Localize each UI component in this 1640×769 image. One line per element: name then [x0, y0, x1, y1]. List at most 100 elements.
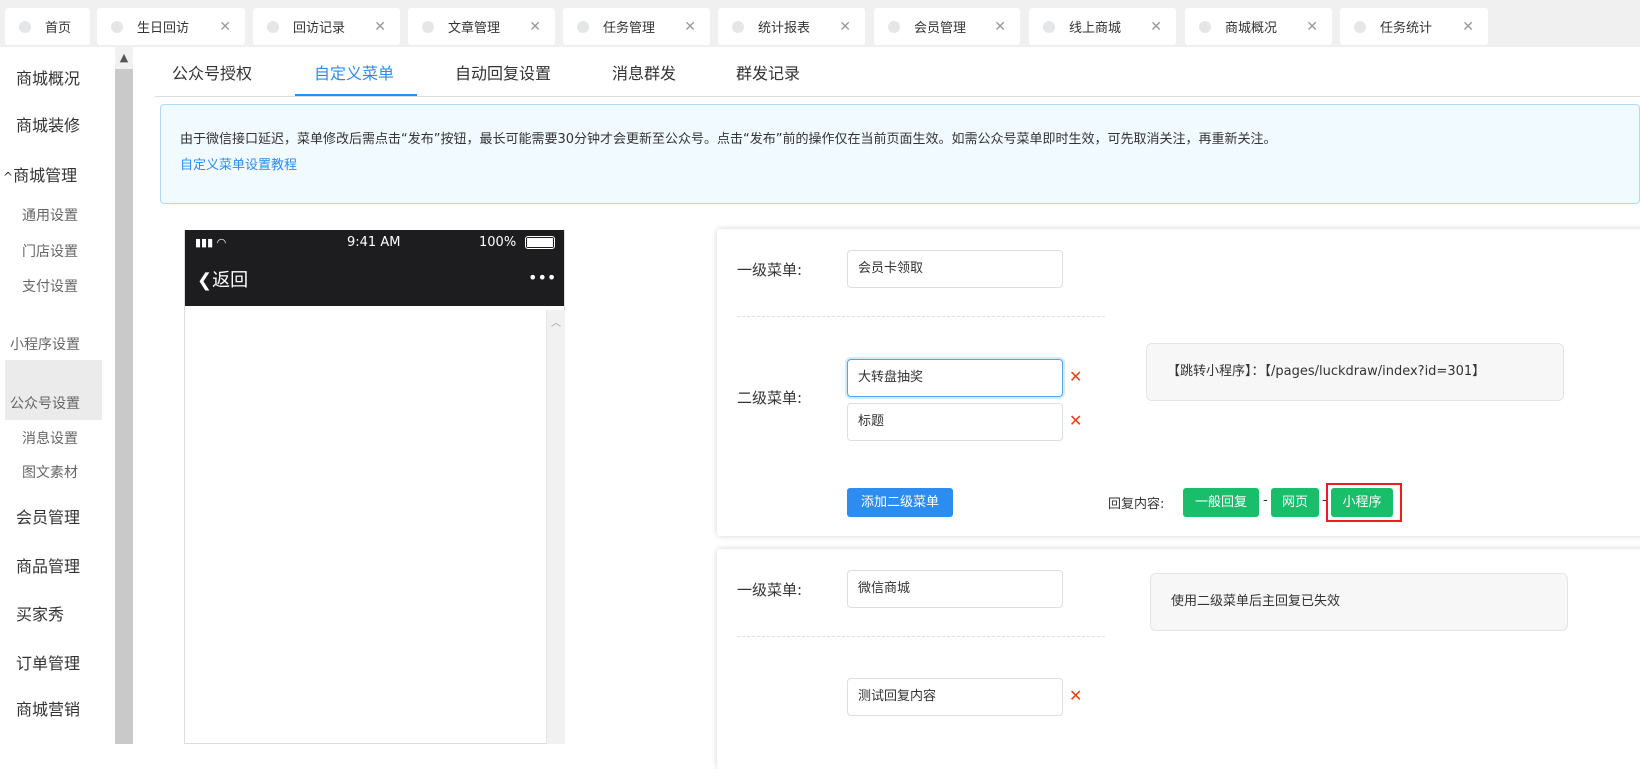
- phone-scrollbar[interactable]: ︿: [546, 310, 565, 744]
- tab-wechat-auth[interactable]: 公众号授权: [172, 60, 252, 84]
- tab-dot-icon: [1354, 20, 1366, 33]
- reply-tooltip: 【跳转小程序】：【/pages/luckdraw/index?id=301】: [1146, 343, 1564, 401]
- reply-tooltip: 使用二级菜单后主回复已失效: [1150, 573, 1568, 631]
- sidebar: 商城概况 商城装修 ^商城管理 通用设置 门店设置 支付设置 小程序设置 公众号…: [0, 47, 115, 744]
- more-icon[interactable]: •••: [528, 268, 556, 287]
- sidebar-scrollbar[interactable]: ▲: [115, 47, 133, 744]
- tab-item[interactable]: 统计报表 ✕: [718, 8, 865, 45]
- sidebar-subitem[interactable]: 门店设置: [22, 241, 78, 261]
- tab-custom-menu[interactable]: 自定义菜单: [314, 60, 394, 84]
- reply-miniprogram-button[interactable]: 小程序: [1331, 488, 1393, 517]
- tab-item[interactable]: 回访记录 ✕: [253, 8, 400, 45]
- level2-input[interactable]: 大转盘抽奖: [847, 359, 1063, 397]
- tab-auto-reply[interactable]: 自动回复设置: [455, 60, 551, 84]
- phone-time: 9:41 AM: [347, 235, 401, 250]
- delete-icon[interactable]: ✕: [1069, 411, 1082, 430]
- tabs-divider: [155, 96, 1640, 97]
- notice-alert: 由于微信接口延迟，菜单修改后需点击“发布”按钮，最长可能需要30分钟才会更新至公…: [160, 104, 1640, 204]
- tab-label: 任务统计: [1380, 21, 1433, 36]
- tab-item[interactable]: 生日回访 ✕: [97, 8, 245, 45]
- close-icon[interactable]: ✕: [1150, 19, 1162, 35]
- scroll-up-icon[interactable]: ▲: [115, 47, 133, 69]
- level2-label: 二级菜单:: [737, 389, 803, 407]
- back-label: 返回: [212, 270, 249, 291]
- scroll-up-icon[interactable]: ︿: [547, 314, 565, 329]
- tab-dot-icon: [422, 20, 434, 33]
- divider: [737, 636, 1105, 637]
- sidebar-subitem[interactable]: 消息设置: [22, 428, 78, 448]
- sidebar-item[interactable]: 商品管理: [16, 553, 80, 577]
- tab-item[interactable]: 任务统计 ✕: [1340, 8, 1488, 45]
- add-submenu-button[interactable]: 添加二级菜单: [847, 488, 953, 517]
- tab-label: 首页: [45, 21, 72, 36]
- phone-battery: 100%: [479, 235, 517, 250]
- menu-card-1: 一级菜单: 会员卡领取 二级菜单: 大转盘抽奖 ✕ 标题 ✕ 【跳转小程序】：【…: [717, 229, 1640, 536]
- close-icon[interactable]: ✕: [529, 19, 541, 35]
- tab-item[interactable]: 任务管理 ✕: [563, 8, 710, 45]
- sidebar-subitem[interactable]: 图文素材: [22, 462, 78, 482]
- phone-preview: ▮▮▮ ◠ 9:41 AM 100% ❮返回 ••• ︿: [184, 230, 565, 744]
- tab-label: 回访记录: [293, 21, 346, 36]
- tab-dot-icon: [1043, 20, 1055, 33]
- sidebar-subitem[interactable]: 小程序设置: [10, 334, 80, 354]
- level1-input[interactable]: 会员卡领取: [847, 250, 1063, 288]
- sidebar-item[interactable]: 商城营销: [16, 696, 80, 720]
- sidebar-subitem[interactable]: 支付设置: [22, 276, 78, 296]
- close-icon[interactable]: ✕: [994, 19, 1006, 35]
- close-icon[interactable]: ✕: [374, 19, 386, 35]
- sidebar-item[interactable]: 买家秀: [16, 601, 64, 625]
- tab-broadcast[interactable]: 消息群发: [612, 60, 676, 84]
- chevron-left-icon: ❮: [197, 270, 213, 291]
- level1-input[interactable]: 微信商城: [847, 570, 1063, 608]
- reply-webpage-button[interactable]: 网页: [1271, 488, 1319, 517]
- reply-label: 回复内容:: [1108, 497, 1165, 512]
- tab-dot-icon: [577, 20, 589, 33]
- tab-item[interactable]: 商城概况 ✕: [1185, 8, 1332, 45]
- tab-broadcast-log[interactable]: 群发记录: [736, 60, 800, 84]
- divider: [737, 316, 1105, 317]
- separator: -: [1263, 493, 1268, 508]
- close-icon[interactable]: ✕: [1306, 19, 1318, 35]
- tutorial-link[interactable]: 自定义菜单设置教程: [180, 158, 297, 173]
- tab-label: 文章管理: [448, 21, 501, 36]
- sidebar-item[interactable]: 商城装修: [16, 112, 80, 136]
- sidebar-item-label: 商城管理: [13, 166, 78, 185]
- active-tab-indicator: [295, 94, 417, 96]
- delete-icon[interactable]: ✕: [1069, 686, 1082, 705]
- back-button[interactable]: ❮返回: [197, 266, 248, 292]
- level2-input[interactable]: 测试回复内容: [847, 678, 1063, 716]
- tab-dot-icon: [111, 20, 123, 33]
- tab-bar: 首页 生日回访 ✕ 回访记录 ✕ 文章管理 ✕ 任务管理 ✕ 统计报表 ✕ 会员管理 ✕ 线…: [0, 0, 1640, 47]
- delete-icon[interactable]: ✕: [1069, 367, 1082, 386]
- sidebar-item-expanded[interactable]: ^商城管理: [3, 162, 77, 186]
- tab-item[interactable]: 会员管理 ✕: [874, 8, 1020, 45]
- battery-icon: [525, 236, 555, 249]
- level1-label: 一级菜单:: [737, 261, 803, 279]
- close-icon[interactable]: ✕: [839, 19, 851, 35]
- tab-home[interactable]: 首页: [5, 8, 90, 45]
- tab-label: 会员管理: [914, 21, 967, 36]
- tab-label: 统计报表: [758, 21, 811, 36]
- tab-dot-icon: [732, 20, 744, 33]
- sidebar-subitem[interactable]: 通用设置: [22, 205, 78, 225]
- tab-dot-icon: [1199, 20, 1211, 33]
- tab-dot-icon: [267, 20, 279, 33]
- sidebar-item[interactable]: 会员管理: [16, 504, 80, 528]
- menu-card-2: 一级菜单: 微信商城 使用二级菜单后主回复已失效 测试回复内容 ✕: [717, 549, 1640, 769]
- level2-input[interactable]: 标题: [847, 403, 1063, 441]
- level1-label: 一级菜单:: [737, 581, 803, 599]
- close-icon[interactable]: ✕: [219, 19, 231, 35]
- sidebar-item[interactable]: 订单管理: [16, 650, 80, 674]
- tab-dot-icon: [888, 20, 900, 33]
- tab-label: 线上商城: [1069, 21, 1122, 36]
- close-icon[interactable]: ✕: [684, 19, 696, 35]
- tab-label: 任务管理: [603, 21, 656, 36]
- tab-item[interactable]: 线上商城 ✕: [1029, 8, 1176, 45]
- close-icon[interactable]: ✕: [1462, 19, 1474, 35]
- notice-text: 由于微信接口延迟，菜单修改后需点击“发布”按钮，最长可能需要30分钟才会更新至公…: [180, 132, 1277, 147]
- tab-item[interactable]: 文章管理 ✕: [408, 8, 555, 45]
- phone-header: ▮▮▮ ◠ 9:41 AM 100% ❮返回 •••: [185, 230, 564, 306]
- sidebar-subitem-active[interactable]: 公众号设置: [10, 393, 80, 413]
- sidebar-item[interactable]: 商城概况: [16, 65, 80, 89]
- reply-general-button[interactable]: 一般回复: [1183, 488, 1259, 517]
